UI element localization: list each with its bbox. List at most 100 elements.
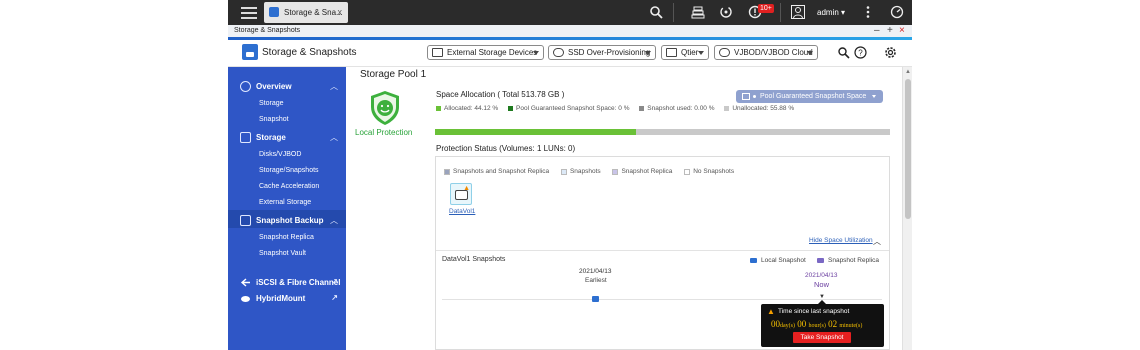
sidebar-item-disks-vjbod[interactable]: Disks/VJBOD	[259, 151, 301, 158]
chevron-down-icon	[872, 95, 876, 98]
sidebar-item-snapshot-replica[interactable]: Snapshot Replica	[259, 234, 314, 241]
chevron-up-icon: ︿	[330, 82, 338, 91]
chevron-up-icon[interactable]: ︿	[873, 236, 881, 247]
legend-swatch	[444, 168, 450, 175]
vjbod-cloud-dropdown[interactable]: VJBOD/VJBOD Cloud	[714, 45, 818, 60]
shield-icon	[371, 91, 399, 125]
system-topbar: Storage & Sna... x 10+ admin ▾	[228, 0, 912, 25]
arrow-left-icon	[240, 277, 251, 288]
main-menu-button[interactable]	[238, 4, 260, 21]
app-window: Storage & Sna... x 10+ admin ▾ Storage &…	[228, 0, 912, 350]
ssd-icon	[553, 48, 564, 57]
volume-tile[interactable]: ▲	[450, 183, 472, 205]
pool-guaranteed-snapshot-space-button[interactable]: Pool Guaranteed Snapshot Space	[736, 90, 883, 103]
link-label: HybridMount	[256, 294, 306, 303]
snapshot-replica-icon	[817, 257, 824, 263]
sidebar-link-hybridmount[interactable]: HybridMount ↗	[228, 290, 346, 307]
space-allocation-legend: Allocated: 44.12 % Pool Guaranteed Snaps…	[436, 105, 802, 112]
close-button[interactable]: ×	[899, 25, 905, 37]
button-label: Pool Guaranteed Snapshot Space	[760, 93, 867, 100]
local-snapshot-icon	[750, 257, 757, 263]
vertical-scrollbar[interactable]: ▲	[902, 67, 912, 350]
legend-snapshots-and-replica: Snapshots and Snapshot Replica	[453, 168, 550, 175]
chevron-down-icon	[698, 51, 704, 55]
chevron-down-icon	[807, 51, 813, 55]
sidebar-item-external-storage[interactable]: External Storage	[259, 199, 311, 206]
space-allocation-title: Space Allocation ( Total 513.78 GB )	[436, 90, 565, 99]
external-drive-icon	[432, 48, 443, 57]
external-link-icon: ↗	[331, 293, 338, 302]
maximize-button[interactable]: +	[887, 25, 893, 37]
menu-line	[241, 7, 257, 9]
scroll-up-icon[interactable]: ▲	[905, 69, 911, 75]
tooltip-title: Time since last snapshot	[778, 308, 850, 315]
qtier-dropdown[interactable]: Qtier	[661, 45, 709, 60]
sidebar-item-snapshot[interactable]: Snapshot	[259, 116, 289, 123]
legend-swatch	[560, 168, 567, 175]
user-menu[interactable]: admin ▾	[817, 8, 845, 17]
earliest-label: Earliest	[585, 277, 607, 284]
legend-label: Snapshot Replica	[828, 257, 879, 264]
minutes-unit: minute(s)	[839, 323, 863, 329]
notification-badge: 10+	[758, 4, 774, 13]
ssd-over-provisioning-dropdown[interactable]: SSD Over-Provisioning	[548, 45, 656, 60]
legend-allocated: Allocated: 44.12 %	[444, 105, 499, 112]
minutes-value: 02	[828, 319, 838, 329]
sidebar-item-storage[interactable]: Storage	[259, 100, 284, 107]
chevron-down-icon	[533, 51, 539, 55]
section-label: Overview	[256, 82, 292, 91]
take-snapshot-button[interactable]: Take Snapshot	[793, 332, 851, 343]
external-storage-devices-dropdown[interactable]: External Storage Devices	[427, 45, 544, 60]
minimize-button[interactable]: –	[874, 25, 880, 37]
dot-icon	[753, 95, 756, 98]
user-avatar-icon[interactable]	[791, 5, 805, 19]
chevron-down-icon	[645, 51, 651, 55]
window-titlebar: Storage & Snapshots – + ×	[228, 25, 912, 37]
help-icon[interactable]: ?	[854, 46, 867, 59]
legend-swatch	[612, 168, 619, 175]
menu-line	[241, 17, 257, 19]
sidebar-section-storage[interactable]: Storage ︿	[228, 129, 346, 146]
now-date: 2021/04/13	[805, 272, 838, 279]
sidebar-link-iscsi-fibre-channel[interactable]: iSCSI & Fibre Channel ↗	[228, 274, 346, 291]
divider	[673, 3, 674, 22]
tab-close-icon[interactable]: x	[338, 7, 343, 17]
divider	[436, 250, 889, 251]
legend-swatch	[684, 168, 691, 175]
section-label: Snapshot Backup	[256, 216, 324, 225]
sidebar-item-storage-snapshots[interactable]: Storage/Snapshots	[259, 167, 319, 174]
legend-no-snapshots: No Snapshots	[693, 168, 735, 175]
sidebar-section-overview[interactable]: Overview ︿	[228, 78, 346, 95]
sync-icon[interactable]	[719, 5, 733, 19]
section-label: Storage	[256, 133, 286, 142]
search-settings-icon[interactable]	[837, 46, 850, 59]
sidebar-section-snapshot-backup[interactable]: Snapshot Backup ︿	[228, 212, 346, 229]
now-label: Now	[814, 280, 830, 289]
earliest-date: 2021/04/13	[579, 268, 612, 275]
legend-unallocated: Unallocated: 55.88 %	[732, 105, 795, 112]
sidebar-item-snapshot-vault[interactable]: Snapshot Vault	[259, 250, 306, 257]
volume-link[interactable]: DataVol1	[449, 208, 475, 215]
legend-swatch	[639, 106, 645, 111]
snapshot-timeline	[442, 299, 882, 300]
dashboard-gauge-icon[interactable]	[890, 5, 904, 19]
storage-app-icon	[269, 7, 279, 17]
sidebar-item-cache-acceleration[interactable]: Cache Acceleration	[259, 183, 319, 190]
tab-storage-snapshots[interactable]: Storage & Sna... x	[264, 2, 348, 23]
tab-label: Storage & Sna...	[284, 8, 343, 17]
more-options-icon[interactable]	[861, 5, 875, 19]
chevron-up-icon: ︿	[330, 133, 338, 142]
scrollbar-thumb[interactable]	[905, 79, 911, 219]
search-icon[interactable]	[649, 5, 663, 19]
snapshot-backup-icon	[240, 215, 251, 226]
protection-status-title: Protection Status (Volumes: 1 LUNs: 0)	[436, 144, 576, 153]
warning-icon: ▲	[767, 307, 775, 316]
stack-icon[interactable]	[691, 5, 705, 19]
page-title: Storage Pool 1	[360, 69, 427, 80]
gear-icon[interactable]	[883, 45, 898, 60]
external-link-icon: ↗	[331, 277, 338, 286]
snapshot-marker-icon[interactable]	[592, 296, 599, 302]
app-header: Storage & Snapshots External Storage Dev…	[228, 40, 912, 67]
tooltip-arrow	[818, 300, 826, 304]
hide-space-utilization-link[interactable]: Hide Space Utilization	[809, 237, 873, 244]
